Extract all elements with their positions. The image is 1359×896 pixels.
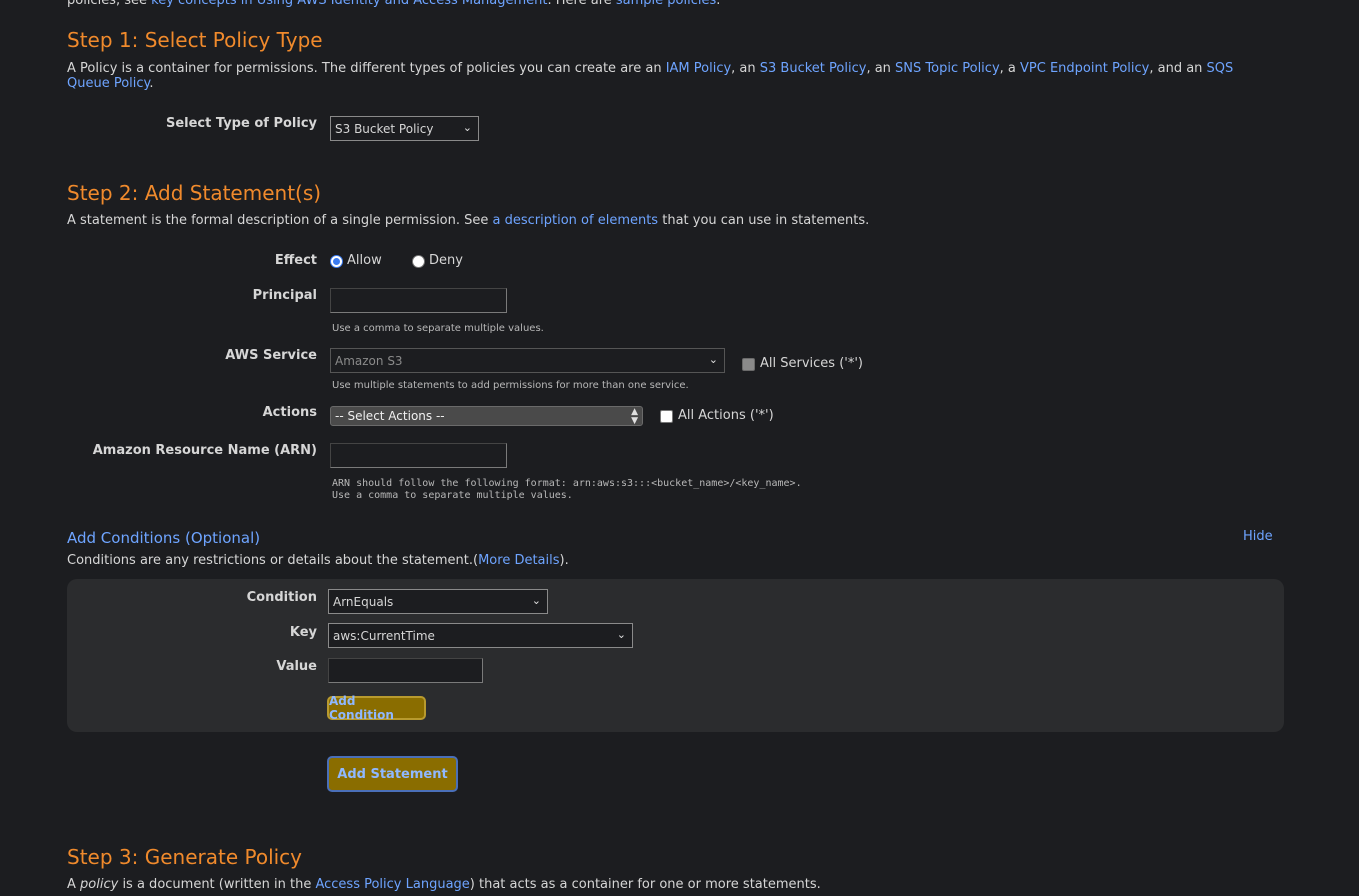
arn-input[interactable] [330, 443, 507, 468]
intro-text: policies, see key concepts in Using AWS … [67, 0, 720, 8]
condition-select[interactable]: ArnEquals ⌄ [328, 589, 548, 614]
s3-bucket-policy-link[interactable]: S3 Bucket Policy [760, 61, 867, 76]
step2-title: Step 2: Add Statement(s) [67, 181, 322, 205]
key-label: Key [289, 625, 317, 640]
updown-arrows-icon: ▲ ▼ [631, 407, 638, 426]
chevron-down-icon: ⌄ [708, 353, 718, 366]
vpc-endpoint-policy-link[interactable]: VPC Endpoint Policy [1020, 61, 1149, 76]
add-statement-button[interactable]: Add Statement [327, 756, 458, 792]
conditions-description: Conditions are any restrictions or detai… [67, 553, 569, 568]
policy-type-select[interactable]: S3 Bucket Policy ⌄ [330, 116, 479, 141]
sns-topic-policy-link[interactable]: SNS Topic Policy [895, 61, 1000, 76]
effect-deny-radio[interactable] [412, 255, 425, 268]
key-select[interactable]: aws:CurrentTime ⌄ [328, 623, 633, 648]
condition-value-input[interactable] [328, 658, 483, 683]
effect-label: Effect [274, 253, 317, 268]
arn-hint-comma: Use a comma to separate multiple values. [332, 490, 573, 501]
all-actions-label[interactable]: All Actions ('*') [678, 408, 774, 423]
all-services-checkbox[interactable] [742, 358, 755, 371]
step3-description: A policy is a document (written in the A… [67, 877, 821, 892]
policy-type-label: Select Type of Policy [165, 116, 317, 131]
access-policy-language-link[interactable]: Access Policy Language [315, 877, 469, 892]
effect-allow-label[interactable]: Allow [347, 253, 382, 268]
all-services-label[interactable]: All Services ('*') [760, 356, 863, 371]
sample-policies-link[interactable]: sample policies [616, 0, 716, 8]
step1-title: Step 1: Select Policy Type [67, 28, 323, 52]
step1-description: A Policy is a container for permissions.… [67, 61, 1234, 91]
service-hint: Use multiple statements to add permissio… [332, 380, 689, 391]
effect-deny-label[interactable]: Deny [429, 253, 463, 268]
add-conditions-toggle[interactable]: Add Conditions (Optional) [67, 529, 260, 547]
arn-label: Amazon Resource Name (ARN) [92, 443, 317, 458]
chevron-down-icon: ⌄ [531, 594, 541, 607]
step2-description: A statement is the formal description of… [67, 213, 870, 228]
iam-policy-link[interactable]: IAM Policy [666, 61, 731, 76]
principal-input[interactable] [330, 288, 507, 313]
actions-label: Actions [262, 405, 317, 420]
chevron-down-icon: ⌄ [462, 121, 472, 134]
arn-hint-format: ARN should follow the following format: … [332, 478, 802, 489]
hide-conditions-link[interactable]: Hide [1243, 529, 1273, 544]
aws-service-select[interactable]: Amazon S3 ⌄ [330, 348, 725, 373]
value-label: Value [276, 659, 317, 674]
all-actions-checkbox[interactable] [660, 410, 673, 423]
principal-label: Principal [252, 288, 317, 303]
description-of-elements-link[interactable]: a description of elements [493, 213, 659, 228]
key-concepts-link[interactable]: key concepts in Using AWS Identity and A… [151, 0, 547, 8]
more-details-link[interactable]: More Details [478, 553, 559, 568]
aws-service-label: AWS Service [225, 348, 317, 363]
step3-title: Step 3: Generate Policy [67, 845, 303, 869]
principal-hint: Use a comma to separate multiple values. [332, 323, 544, 334]
condition-label: Condition [246, 590, 317, 605]
effect-allow-radio[interactable] [330, 255, 343, 268]
chevron-down-icon: ⌄ [616, 628, 626, 641]
actions-select[interactable]: -- Select Actions -- ▲ ▼ [330, 406, 643, 426]
add-condition-button[interactable]: Add Condition [327, 694, 426, 722]
